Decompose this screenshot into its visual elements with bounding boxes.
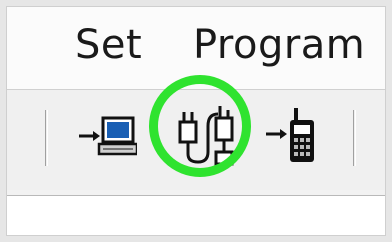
toolbar — [7, 90, 385, 190]
status-panel — [7, 195, 385, 235]
connect-button[interactable] — [170, 104, 248, 168]
write-to-radio-button[interactable] — [264, 104, 324, 168]
menu-item-set[interactable]: Set — [75, 21, 142, 69]
connect-icon — [178, 106, 234, 166]
read-from-radio-button[interactable] — [77, 104, 137, 168]
menu-item-program[interactable]: Program — [193, 21, 365, 69]
toolbar-separator — [45, 110, 48, 166]
toolbar-separator — [353, 110, 356, 166]
menu-bar: Set Program — [7, 7, 385, 89]
write-to-radio-icon — [266, 108, 314, 162]
read-from-radio-icon — [79, 116, 137, 156]
app-window: Set Program — [6, 6, 386, 236]
